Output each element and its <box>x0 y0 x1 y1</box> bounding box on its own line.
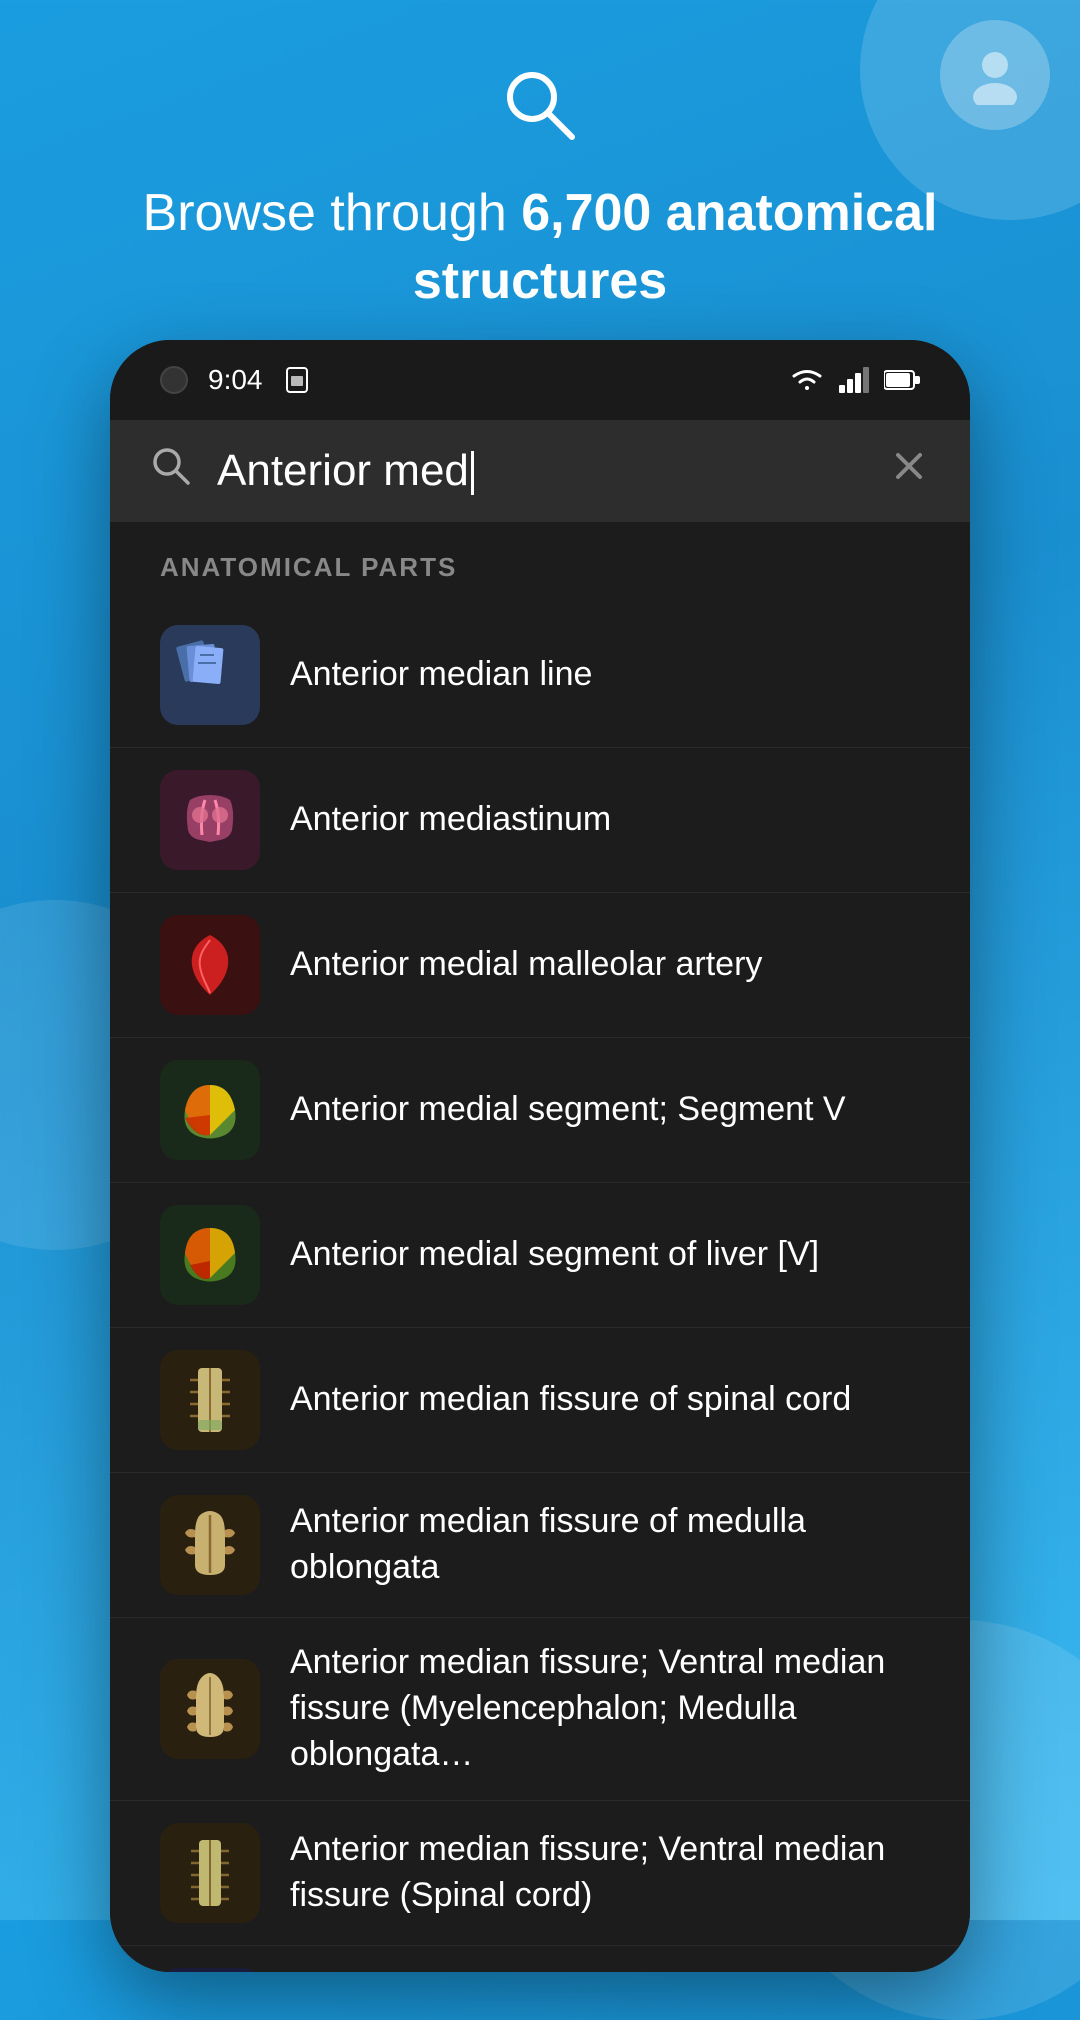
search-clear-button[interactable] <box>888 445 930 497</box>
anatomy-icon-blue-book <box>170 635 250 715</box>
result-icon-5 <box>160 1205 260 1305</box>
result-text-5: Anterior medial segment of liver [V] <box>290 1232 920 1278</box>
anatomy-icon-artery <box>170 925 250 1005</box>
header-title: Browse through 6,700 anatomical structur… <box>0 180 1080 315</box>
anatomy-icon-spinal-cord <box>170 1360 250 1440</box>
result-icon-1 <box>160 625 260 725</box>
header-title-normal: Browse through <box>143 184 522 242</box>
search-input[interactable]: Anterior med <box>217 446 863 496</box>
result-text-6: Anterior median fissure of spinal cord <box>290 1377 920 1423</box>
result-item-9[interactable]: Anterior median fissure; Ventral median … <box>110 1801 970 1946</box>
result-text-7: Anterior median fissure of medulla oblon… <box>290 1499 920 1591</box>
section-label: ANATOMICAL PARTS <box>110 522 970 603</box>
result-text-4: Anterior medial segment; Segment V <box>290 1087 920 1133</box>
results-container: ANATOMICAL PARTS Anterior median line <box>110 522 970 1972</box>
camera-dot <box>160 366 188 394</box>
header-search-icon-container <box>495 60 585 150</box>
wifi-icon <box>790 366 824 394</box>
result-text-8: Anterior median fissure; Ventral median … <box>290 1640 920 1778</box>
result-icon-6 <box>160 1350 260 1450</box>
result-icon-4 <box>160 1060 260 1160</box>
result-item-2[interactable]: Anterior mediastinum <box>110 748 970 893</box>
header-section: Browse through 6,700 anatomical structur… <box>0 0 1080 315</box>
anatomy-icon-spinal-cord-2 <box>170 1833 250 1913</box>
status-bar-left: 9:04 <box>160 364 311 396</box>
result-icon-9 <box>160 1823 260 1923</box>
text-cursor <box>471 451 474 495</box>
search-bar-icon <box>150 445 192 497</box>
result-item-8[interactable]: Anterior median fissure; Ventral median … <box>110 1618 970 1801</box>
anatomy-icon-medulla <box>170 1505 250 1585</box>
search-bar[interactable]: Anterior med <box>110 420 970 522</box>
result-item-1[interactable]: Anterior median line <box>110 603 970 748</box>
search-query-text: Anterior med <box>217 446 469 495</box>
anatomy-icon-brainstem <box>170 1669 250 1749</box>
result-item-3[interactable]: Anterior medial malleolar artery <box>110 893 970 1038</box>
result-item-5[interactable]: Anterior medial segment of liver [V] <box>110 1183 970 1328</box>
result-text-9: Anterior median fissure; Ventral median … <box>290 1827 920 1919</box>
search-magnifier-icon <box>150 445 192 487</box>
result-item-7[interactable]: Anterior median fissure of medulla oblon… <box>110 1473 970 1618</box>
result-icon-2 <box>160 770 260 870</box>
result-icon-8 <box>160 1659 260 1759</box>
battery-icon <box>884 369 920 391</box>
anatomy-icon-liver-v <box>170 1070 250 1150</box>
result-text-3: Anterior medial malleolar artery <box>290 942 920 988</box>
header-search-icon <box>500 65 580 145</box>
result-text-2: Anterior mediastinum <box>290 797 920 843</box>
clear-x-icon <box>888 445 930 487</box>
user-avatar-button[interactable] <box>940 20 1050 130</box>
anatomy-icon-chest <box>170 780 250 860</box>
result-item-4[interactable]: Anterior medial segment; Segment V <box>110 1038 970 1183</box>
result-icon-7 <box>160 1495 260 1595</box>
status-time: 9:04 <box>208 364 263 396</box>
phone-frame: 9:04 <box>110 340 970 1972</box>
status-bar: 9:04 <box>110 340 970 420</box>
result-text-1: Anterior median line <box>290 652 920 698</box>
status-bar-right <box>790 366 920 394</box>
signal-icon <box>839 367 869 393</box>
user-icon <box>965 45 1025 105</box>
anatomy-icon-liver-v2 <box>170 1215 250 1295</box>
result-icon-3 <box>160 915 260 1015</box>
sim-icon <box>283 366 311 394</box>
result-item-6[interactable]: Anterior median fissure of spinal cord <box>110 1328 970 1473</box>
result-icon-10 <box>160 1968 260 1972</box>
result-item-10[interactable]: Area for thymus and fatty tissue of ante… <box>110 1946 970 1972</box>
